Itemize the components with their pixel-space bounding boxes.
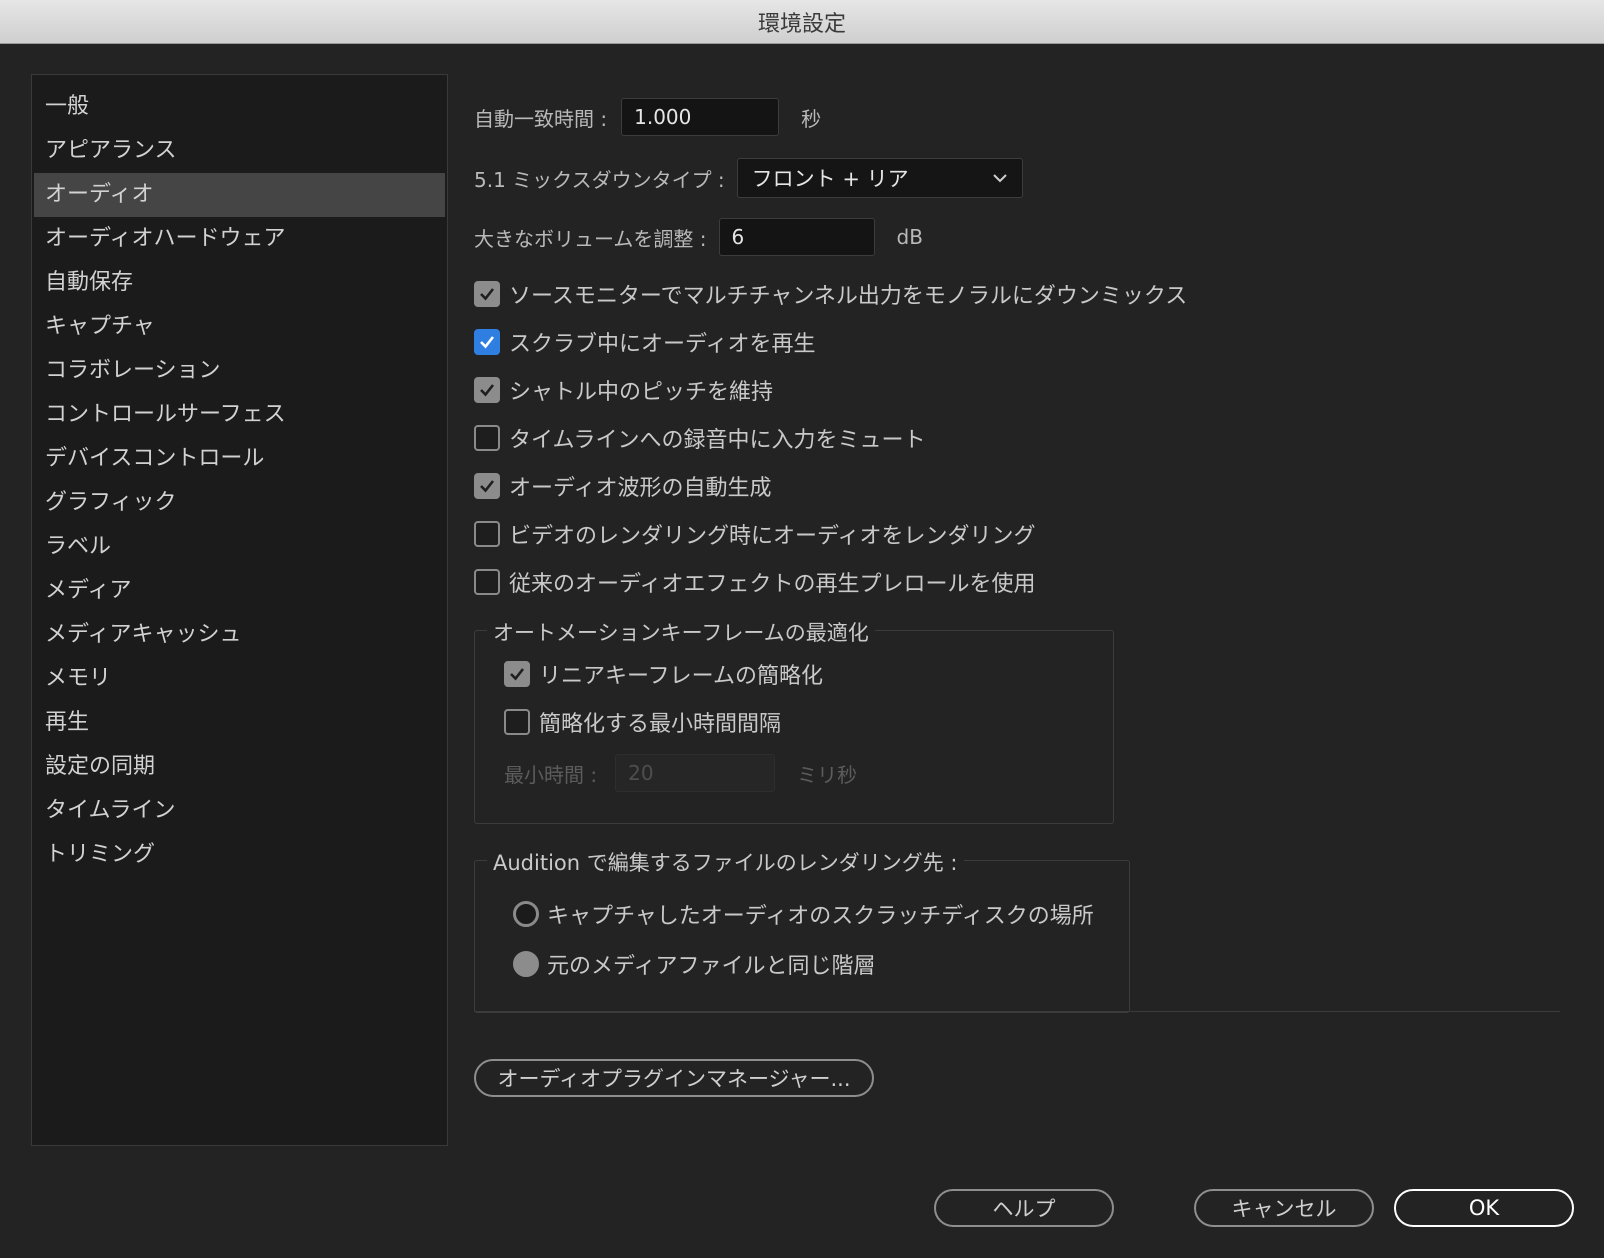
sidebar-item-memory[interactable]: メモリ	[34, 657, 445, 701]
checkbox-scrub-audio-row[interactable]: スクラブ中にオーディオを再生	[474, 326, 815, 358]
checkbox-min-interval-label: 簡略化する最小時間間隔	[539, 712, 782, 737]
radio-same-folder-row[interactable]: 元のメディアファイルと同じ階層	[513, 948, 875, 980]
radio-same-folder[interactable]	[513, 951, 539, 977]
radio-scratch-disk[interactable]	[513, 901, 539, 927]
ok-button[interactable]: OK	[1394, 1189, 1574, 1227]
mixdown-selected-value: フロント + リア	[751, 167, 909, 191]
volume-label: 大きなボリュームを調整 :	[474, 226, 707, 251]
volume-input[interactable]: 6	[718, 218, 875, 256]
checkbox-mute-input[interactable]	[474, 425, 500, 451]
auto-match-label: 自動一致時間 :	[474, 106, 608, 131]
min-time-row: 最小時間 : 20 ミリ秒	[504, 754, 857, 792]
sidebar-item-labels[interactable]: ラベル	[34, 525, 445, 569]
window-title-bar: 環境設定	[0, 0, 1604, 44]
sidebar-item-appearance[interactable]: アピアランス	[34, 129, 445, 173]
checkbox-waveform[interactable]	[474, 473, 500, 499]
sidebar-item-trim[interactable]: トリミング	[34, 833, 445, 877]
sidebar-item-control-surface[interactable]: コントロールサーフェス	[34, 393, 445, 437]
checkbox-mute-input-row[interactable]: タイムラインへの録音中に入力をミュート	[474, 422, 925, 454]
checkbox-downmix-label: ソースモニターでマルチチャンネル出力をモノラルにダウンミックス	[509, 284, 1188, 309]
sidebar-item-sync-settings[interactable]: 設定の同期	[34, 745, 445, 789]
preferences-sidebar: 一般 アピアランス オーディオ オーディオハードウェア 自動保存 キャプチャ コ…	[31, 74, 448, 1146]
volume-unit: dB	[896, 225, 923, 249]
checkmark-icon	[480, 480, 495, 493]
mixdown-select[interactable]: フロント + リア	[736, 158, 1023, 198]
checkbox-linear-keyframes-label: リニアキーフレームの簡略化	[539, 664, 824, 689]
checkbox-mute-input-label: タイムラインへの録音中に入力をミュート	[509, 428, 926, 453]
auto-match-unit: 秒	[801, 106, 822, 131]
auto-match-row: 自動一致時間 : 1.000 秒	[474, 98, 821, 136]
checkbox-shuttle-pitch-row[interactable]: シャトル中のピッチを維持	[474, 374, 773, 406]
checkbox-render-audio-row[interactable]: ビデオのレンダリング時にオーディオをレンダリング	[474, 518, 1035, 550]
chevron-down-icon	[992, 174, 1007, 183]
sidebar-item-collaboration[interactable]: コラボレーション	[34, 349, 445, 393]
sidebar-item-capture[interactable]: キャプチャ	[34, 305, 445, 349]
checkbox-min-interval-row[interactable]: 簡略化する最小時間間隔	[504, 706, 781, 738]
automation-group-title: オートメーションキーフレームの最適化	[487, 617, 875, 647]
checkbox-downmix-row[interactable]: ソースモニターでマルチチャンネル出力をモノラルにダウンミックス	[474, 278, 1187, 310]
checkbox-legacy-preroll-row[interactable]: 従来のオーディオエフェクトの再生プレロールを使用	[474, 566, 1035, 598]
checkbox-render-audio[interactable]	[474, 521, 500, 547]
help-button[interactable]: ヘルプ	[934, 1189, 1114, 1227]
min-time-label: 最小時間 :	[504, 762, 598, 787]
checkmark-icon	[510, 668, 525, 681]
sidebar-item-audio[interactable]: オーディオ	[34, 173, 445, 217]
mixdown-label: 5.1 ミックスダウンタイプ :	[474, 167, 725, 192]
volume-row: 大きなボリュームを調整 : 6 dB	[474, 218, 923, 256]
section-divider	[474, 1011, 1560, 1012]
audition-group-title: Audition で編集するファイルのレンダリング先 :	[487, 847, 964, 877]
checkbox-legacy-preroll[interactable]	[474, 569, 500, 595]
checkmark-icon	[480, 288, 495, 301]
checkmark-icon	[480, 384, 495, 397]
audition-group: Audition で編集するファイルのレンダリング先 :	[474, 847, 1130, 1013]
min-time-input[interactable]: 20	[615, 754, 776, 792]
auto-match-input[interactable]: 1.000	[621, 98, 780, 136]
checkbox-waveform-row[interactable]: オーディオ波形の自動生成	[474, 470, 771, 502]
checkbox-linear-keyframes-row[interactable]: リニアキーフレームの簡略化	[504, 658, 823, 690]
checkmark-icon	[480, 336, 495, 349]
sidebar-item-media-cache[interactable]: メディアキャッシュ	[34, 613, 445, 657]
audio-plugin-manager-button[interactable]: オーディオプラグインマネージャー...	[474, 1059, 874, 1097]
radio-scratch-disk-row[interactable]: キャプチャしたオーディオのスクラッチディスクの場所	[513, 898, 1094, 930]
checkbox-shuttle-pitch-label: シャトル中のピッチを維持	[509, 380, 774, 405]
checkbox-downmix[interactable]	[474, 281, 500, 307]
checkbox-waveform-label: オーディオ波形の自動生成	[509, 476, 772, 501]
sidebar-item-audio-hardware[interactable]: オーディオハードウェア	[34, 217, 445, 261]
sidebar-item-auto-save[interactable]: 自動保存	[34, 261, 445, 305]
checkbox-scrub-audio-label: スクラブ中にオーディオを再生	[509, 332, 816, 357]
sidebar-item-timeline[interactable]: タイムライン	[34, 789, 445, 833]
cancel-button[interactable]: キャンセル	[1194, 1189, 1374, 1227]
sidebar-item-graphics[interactable]: グラフィック	[34, 481, 445, 525]
checkbox-min-interval[interactable]	[504, 709, 530, 735]
sidebar-item-device-control[interactable]: デバイスコントロール	[34, 437, 445, 481]
radio-scratch-disk-label: キャプチャしたオーディオのスクラッチディスクの場所	[547, 904, 1094, 929]
sidebar-item-general[interactable]: 一般	[34, 85, 445, 129]
window-title: 環境設定	[757, 11, 846, 37]
radio-same-folder-label: 元のメディアファイルと同じ階層	[547, 954, 876, 979]
mixdown-row: 5.1 ミックスダウンタイプ : フロント + リア	[474, 158, 1023, 198]
sidebar-item-playback[interactable]: 再生	[34, 701, 445, 745]
sidebar-item-media[interactable]: メディア	[34, 569, 445, 613]
checkbox-shuttle-pitch[interactable]	[474, 377, 500, 403]
checkbox-legacy-preroll-label: 従来のオーディオエフェクトの再生プレロールを使用	[509, 572, 1036, 597]
checkbox-linear-keyframes[interactable]	[504, 661, 530, 687]
checkbox-render-audio-label: ビデオのレンダリング時にオーディオをレンダリング	[509, 524, 1036, 549]
min-time-unit: ミリ秒	[797, 762, 858, 787]
checkbox-scrub-audio[interactable]	[474, 329, 500, 355]
